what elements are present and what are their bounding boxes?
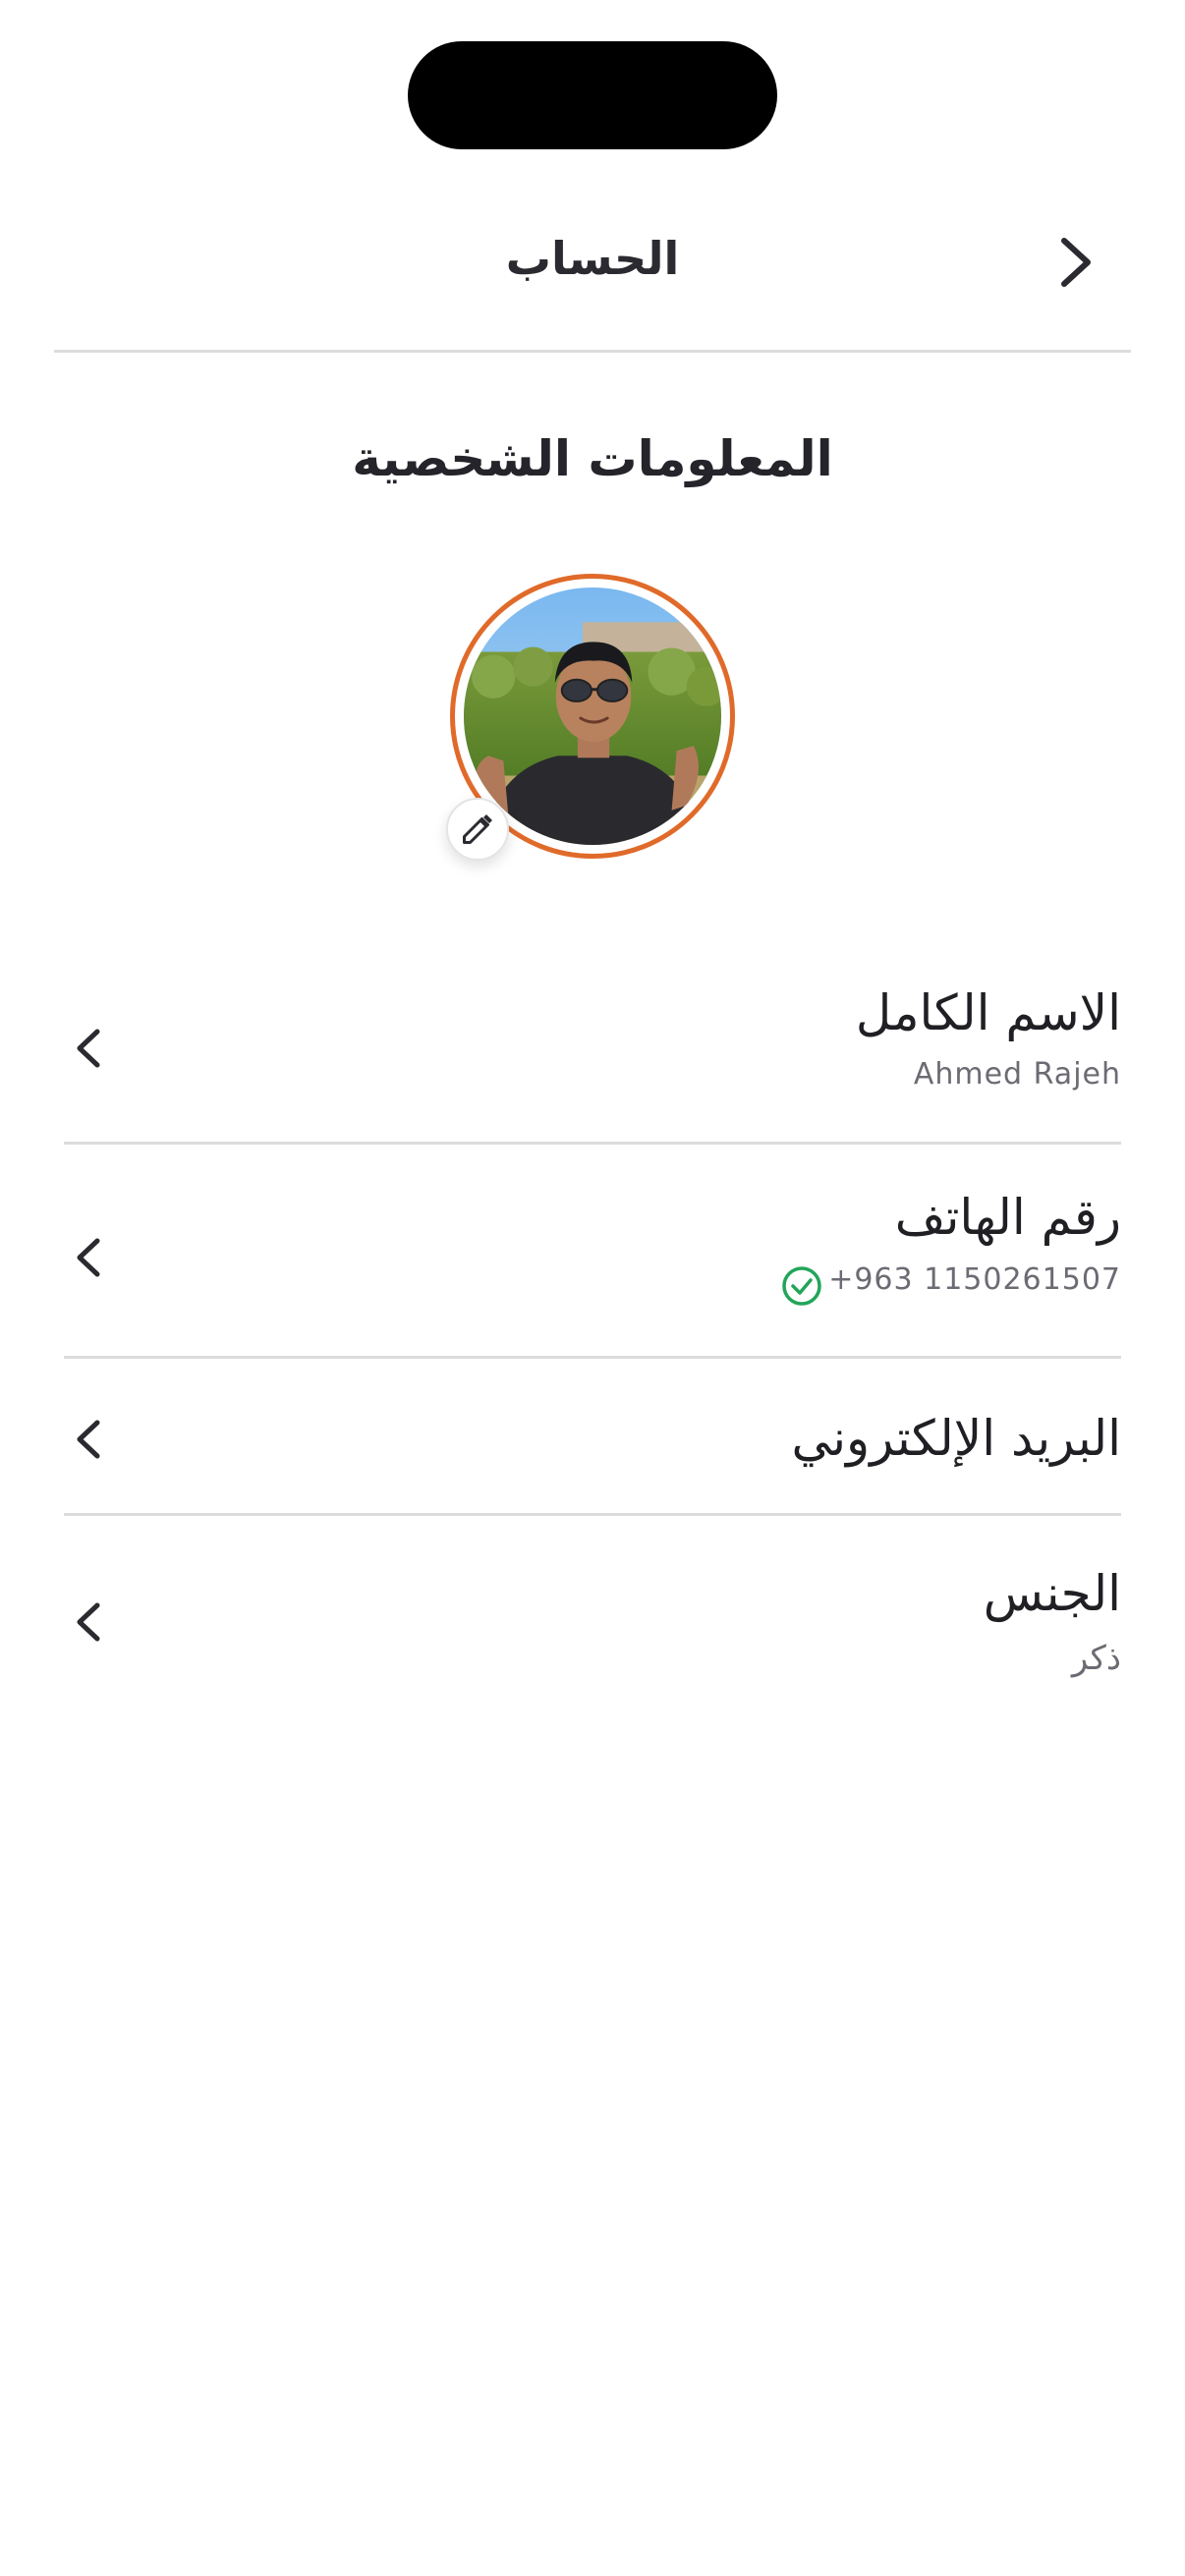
section-title: المعلومات الشخصية: [352, 430, 833, 487]
email-label: البريد الإلكتروني: [791, 1410, 1121, 1467]
full-name-label: الاسم الكامل: [855, 984, 1121, 1041]
chevron-left-icon: [64, 1024, 113, 1073]
phone-row[interactable]: رقم الهاتف +963 1150261507: [64, 1145, 1121, 1356]
page-title: الحساب: [505, 232, 680, 285]
chevron-left-icon: [64, 1415, 113, 1464]
phone-label: رقم الهاتف: [894, 1189, 1121, 1246]
gender-row[interactable]: الجنس ذكر: [64, 1516, 1121, 1693]
account-screen: الحساب المعلومات الشخصية الاسم الكامل Ah…: [0, 0, 1185, 2576]
header-divider: [54, 350, 1131, 353]
full-name-row[interactable]: الاسم الكامل Ahmed Rajeh: [64, 943, 1121, 1140]
gender-label: الجنس: [983, 1565, 1121, 1622]
chevron-left-icon: [64, 1233, 113, 1282]
chevron-right-icon: [1061, 238, 1091, 287]
email-row[interactable]: البريد الإلكتروني: [64, 1359, 1121, 1511]
check-circle-icon: [782, 1266, 821, 1306]
edit-avatar-button[interactable]: [446, 798, 509, 861]
gender-value: ذكر: [1071, 1639, 1121, 1678]
pencil-icon: [463, 814, 492, 844]
top-bar: الحساب: [0, 196, 1185, 330]
chevron-left-icon: [64, 1597, 113, 1647]
phone-value: +963 1150261507: [828, 1262, 1121, 1297]
avatar-container: [446, 574, 735, 861]
dynamic-island: [408, 41, 777, 149]
avatar[interactable]: [464, 588, 721, 845]
full-name-value: Ahmed Rajeh: [913, 1057, 1121, 1092]
back-button[interactable]: [1042, 228, 1110, 297]
